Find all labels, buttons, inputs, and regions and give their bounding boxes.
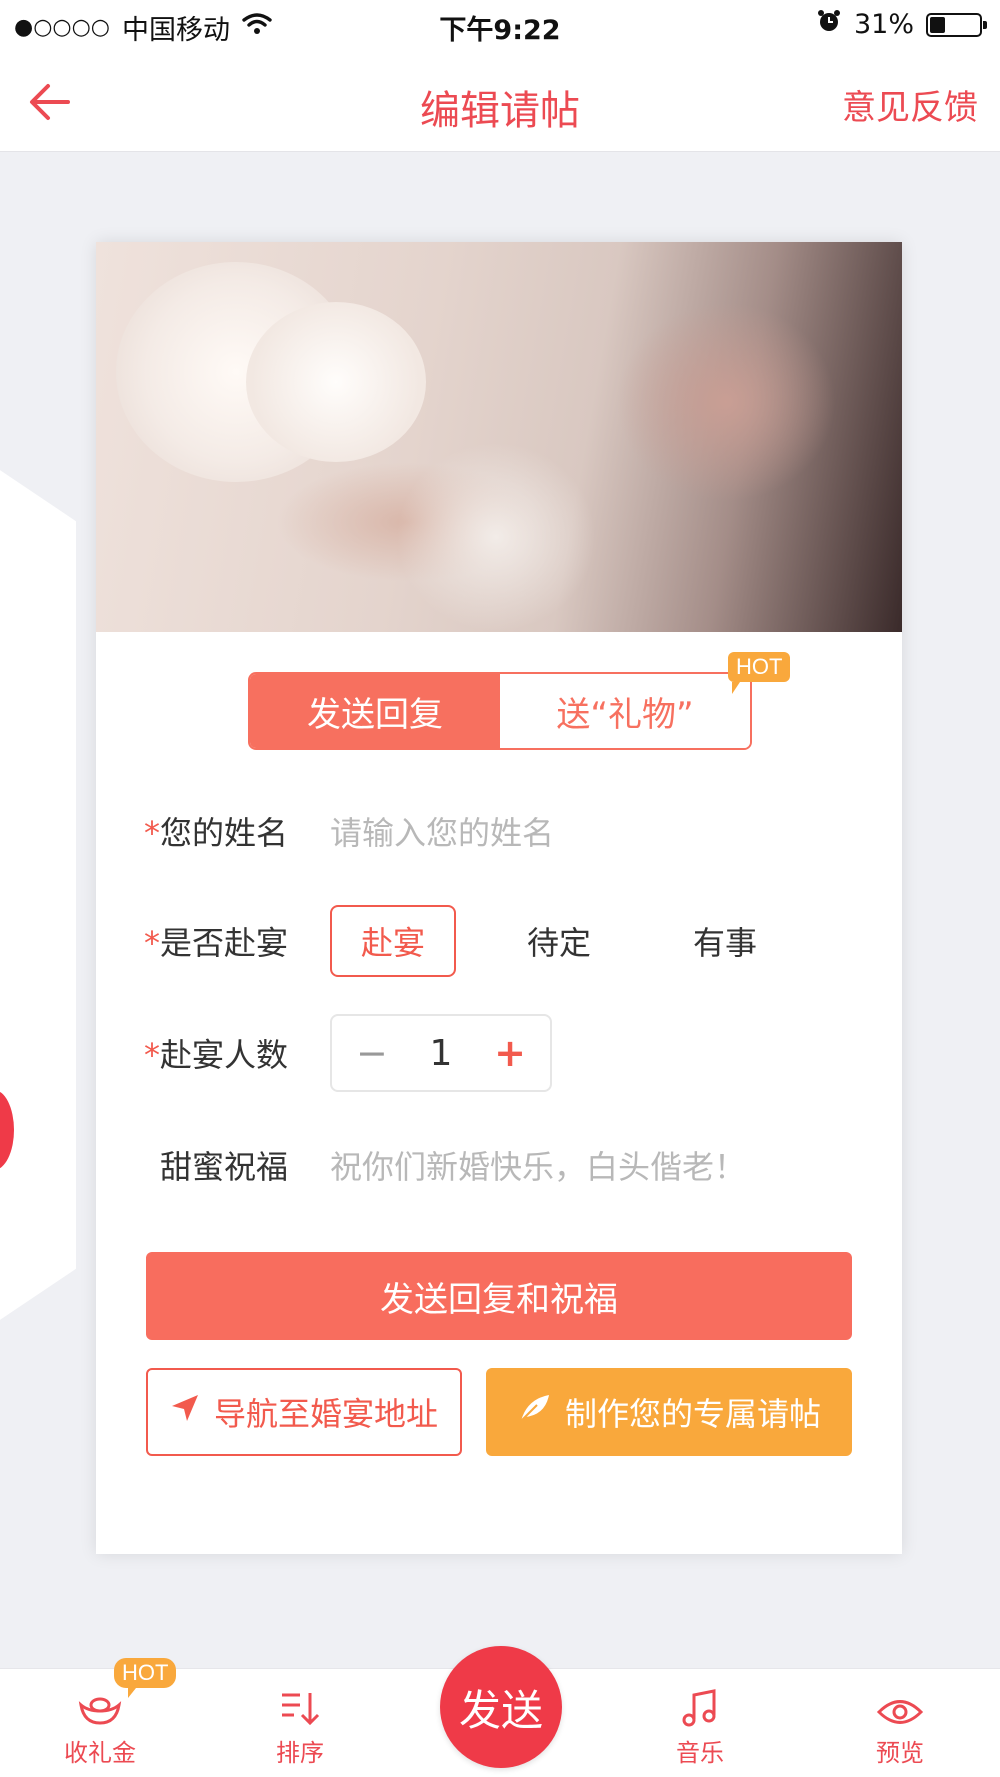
attend-label: *是否赴宴 bbox=[144, 924, 289, 962]
guest-count-value: 1 bbox=[429, 1032, 453, 1074]
eye-icon bbox=[877, 1700, 923, 1724]
tab-preview[interactable]: 预览 bbox=[830, 1669, 970, 1777]
plus-button[interactable]: + bbox=[494, 1031, 526, 1075]
name-label: *您的姓名 bbox=[144, 814, 289, 852]
ingot-icon bbox=[78, 1697, 122, 1725]
sort-icon bbox=[282, 1693, 320, 1726]
name-row: *您的姓名 请输入您的姓名 bbox=[144, 796, 554, 866]
feather-icon bbox=[517, 1393, 551, 1431]
tab-preview-label: 预览 bbox=[876, 1739, 924, 1767]
count-row: *赴宴人数 − 1 + bbox=[144, 1014, 552, 1092]
minus-button[interactable]: − bbox=[356, 1031, 388, 1075]
tab-send-reply[interactable]: 发送回复 bbox=[250, 674, 500, 748]
tab-music[interactable]: 音乐 bbox=[630, 1669, 770, 1777]
tab-music-label: 音乐 bbox=[676, 1739, 724, 1767]
attend-row: *是否赴宴 赴宴 待定 有事 bbox=[144, 905, 788, 977]
wish-label: *甜蜜祝福 bbox=[160, 1148, 289, 1186]
guest-count-stepper: − 1 + bbox=[330, 1014, 552, 1092]
tab-sort[interactable]: 排序 bbox=[230, 1669, 370, 1777]
required-mark: * bbox=[144, 1036, 160, 1074]
navigation-bar: 编辑请帖 意见反馈 bbox=[0, 52, 1000, 152]
invitation-editor-screen: ●○○○○ 中国移动 下午9:22 31% 编辑请帖 意见反馈 发送回复 送“礼… bbox=[0, 0, 1000, 1777]
battery-icon bbox=[926, 12, 987, 37]
send-reply-button[interactable]: 发送回复和祝福 bbox=[146, 1252, 852, 1340]
feedback-link[interactable]: 意见反馈 bbox=[842, 80, 978, 129]
background-panel bbox=[0, 450, 76, 1340]
navigate-button[interactable]: 导航至婚宴地址 bbox=[146, 1368, 462, 1456]
music-icon bbox=[682, 1689, 716, 1727]
tab-gift-money-label: 收礼金 bbox=[64, 1739, 136, 1767]
navigation-arrow-icon bbox=[170, 1393, 200, 1431]
rsvp-card: 发送回复 送“礼物” HOT *您的姓名 请输入您的姓名 *是否赴宴 赴宴 待定… bbox=[96, 242, 902, 1554]
alarm-icon bbox=[816, 8, 842, 41]
attend-option-busy[interactable]: 有事 bbox=[662, 905, 788, 977]
required-mark: * bbox=[144, 924, 160, 962]
attend-option-pending[interactable]: 待定 bbox=[496, 905, 622, 977]
count-label: *赴宴人数 bbox=[144, 1036, 289, 1074]
required-mark: * bbox=[144, 814, 160, 852]
tab-sort-label: 排序 bbox=[276, 1739, 324, 1767]
tab-send-gift[interactable]: 送“礼物” bbox=[500, 674, 750, 748]
wedding-photo bbox=[96, 242, 902, 632]
attend-options: 赴宴 待定 有事 bbox=[330, 905, 788, 977]
battery-percent: 31% bbox=[853, 9, 914, 40]
wish-input[interactable]: 祝你们新婚快乐，白头偕老！ bbox=[330, 1142, 746, 1188]
make-invitation-button[interactable]: 制作您的专属请帖 bbox=[486, 1368, 852, 1456]
wish-row: *甜蜜祝福 祝你们新婚快乐，白头偕老！ bbox=[144, 1130, 746, 1200]
navigate-button-label: 导航至婚宴地址 bbox=[213, 1395, 438, 1433]
make-invitation-label: 制作您的专属请帖 bbox=[564, 1395, 821, 1433]
attend-option-yes[interactable]: 赴宴 bbox=[330, 905, 456, 977]
send-button[interactable]: 发送 bbox=[440, 1646, 562, 1768]
rsvp-tabs: 发送回复 送“礼物” bbox=[248, 672, 752, 750]
hot-badge: HOT bbox=[728, 652, 791, 694]
status-bar: ●○○○○ 中国移动 下午9:22 31% bbox=[0, 0, 1000, 52]
name-input[interactable]: 请输入您的姓名 bbox=[330, 808, 554, 854]
hot-badge: HOT bbox=[114, 1658, 177, 1698]
